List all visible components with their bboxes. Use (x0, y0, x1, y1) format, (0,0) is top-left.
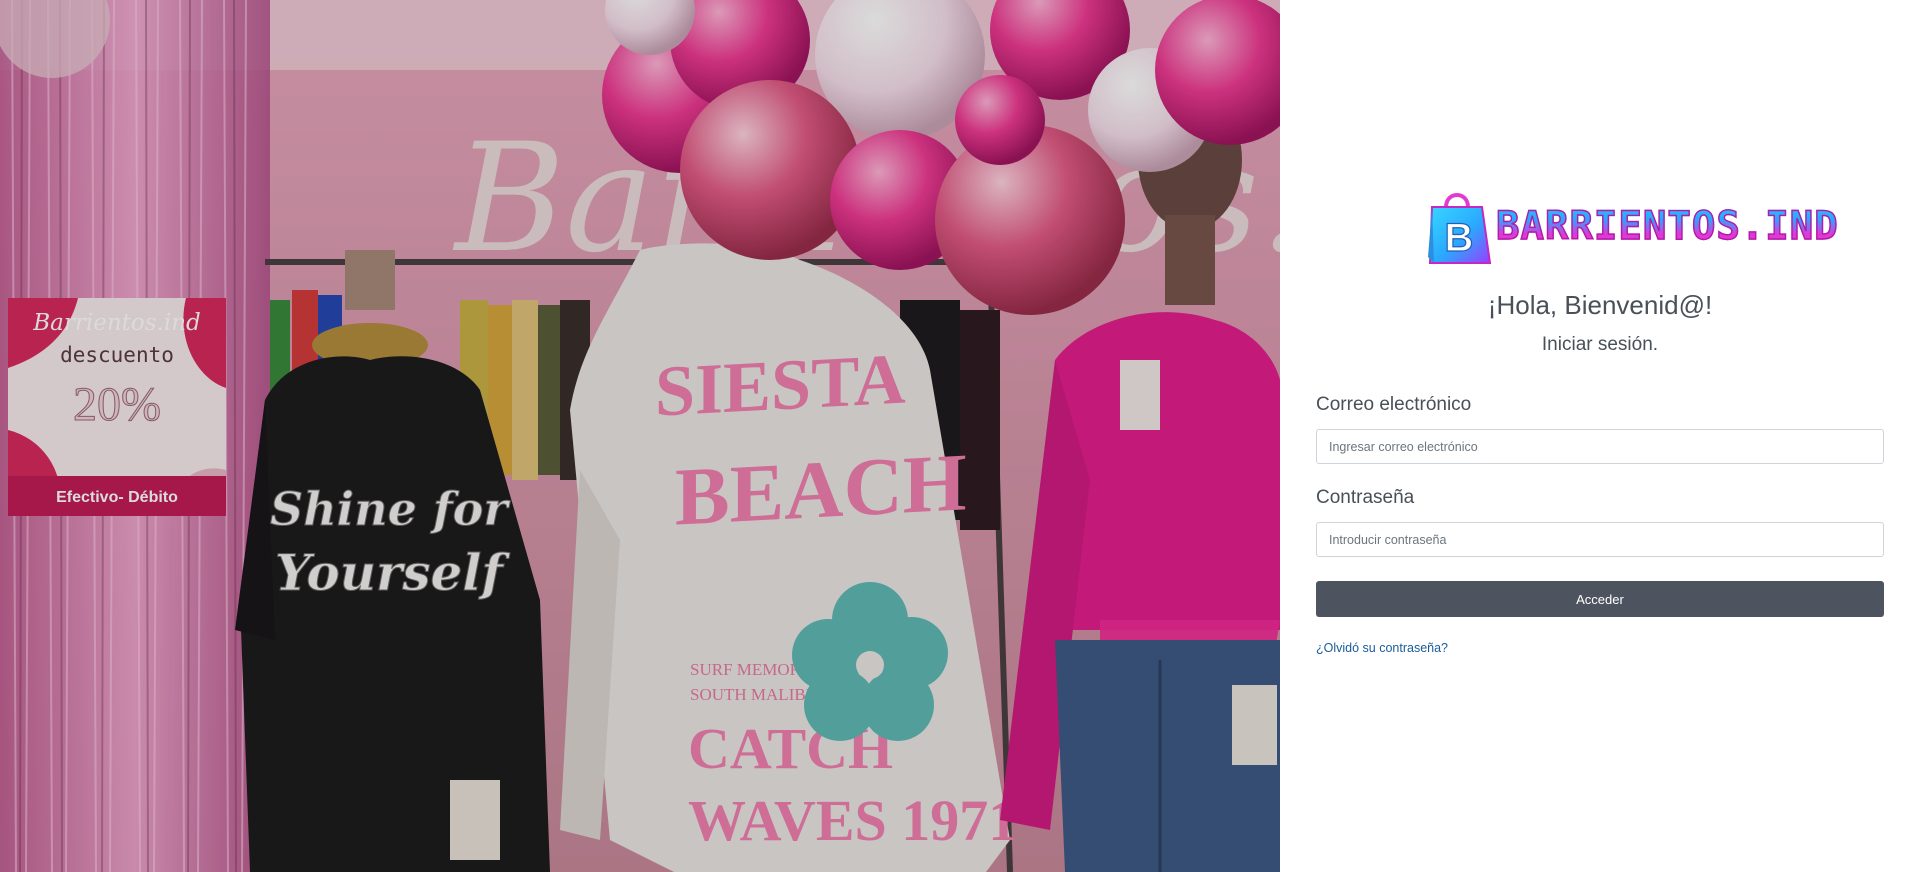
password-field[interactable] (1316, 522, 1884, 557)
svg-text:B: B (1445, 216, 1474, 260)
svg-text:Efectivo- Débito: Efectivo- Débito (56, 489, 178, 506)
welcome-heading: ¡Hola, Bienvenid@! (1487, 290, 1713, 320)
svg-text:20%: 20% (73, 378, 161, 431)
hero-store-image: Barrientos.i Barrientos.ind descuento (0, 0, 1280, 872)
email-field[interactable] (1316, 429, 1884, 464)
shopping-bag-icon: B (1428, 193, 1492, 264)
login-button[interactable]: Acceder (1316, 581, 1884, 617)
store-photo-illustration: Barrientos.i Barrientos.ind descuento (0, 0, 1280, 872)
brand-wordmark: BARRIENTOS.IND (1495, 189, 1839, 265)
svg-text:SIESTA: SIESTA (655, 339, 906, 432)
forgot-password-link[interactable]: ¿Olvidó su contraseña? (1316, 641, 1448, 655)
svg-text:Yourself: Yourself (275, 543, 510, 602)
svg-text:SOUTH MALIBU: SOUTH MALIBU (690, 685, 818, 704)
svg-text:descuento: descuento (60, 343, 174, 367)
svg-text:Shine for: Shine for (270, 482, 511, 536)
svg-text:WAVES 1971: WAVES 1971 (688, 788, 1017, 853)
password-label: Contraseña (1316, 487, 1415, 508)
login-panel: B BARRIENTOS.IND ¡Hola, Bienvenid@! Inic… (1280, 0, 1920, 872)
svg-text:BEACH: BEACH (675, 436, 967, 542)
brand-logo: B BARRIENTOS.IND (1426, 189, 1838, 265)
svg-text:Barrientos.ind: Barrientos.ind (32, 310, 200, 336)
login-subtitle: Iniciar sesión. (1541, 334, 1659, 355)
email-label: Correo electrónico (1316, 394, 1472, 415)
promo-sign: Barrientos.ind descuento 20% Efectivo- D… (8, 298, 226, 516)
